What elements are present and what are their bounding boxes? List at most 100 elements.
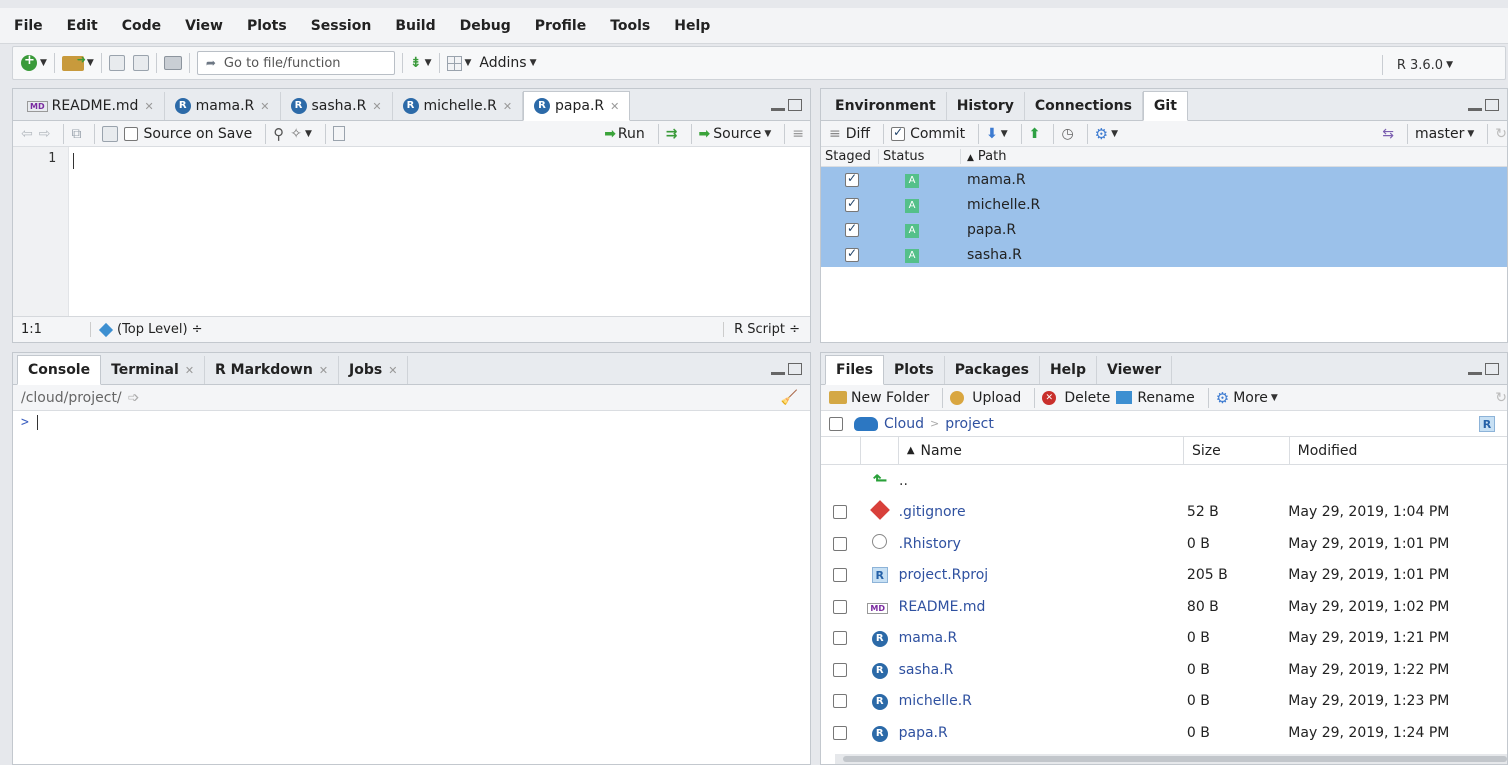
refresh-icon[interactable]: ↻ (1495, 390, 1507, 406)
git-file-row[interactable]: Amichelle.R (821, 192, 1507, 217)
layout-button[interactable]: ▼ (446, 55, 471, 71)
forward-icon[interactable]: ⇨ (39, 126, 51, 142)
rename-button[interactable]: Rename (1116, 390, 1195, 406)
git-file-row[interactable]: Apapa.R (821, 217, 1507, 242)
file-checkbox[interactable] (833, 694, 847, 709)
git-file-row[interactable]: Amama.R (821, 167, 1507, 192)
maximize-icon[interactable] (788, 363, 802, 375)
close-icon[interactable]: ✕ (503, 100, 512, 113)
commit-button[interactable]: Commit (891, 125, 965, 142)
tab-sasha[interactable]: Rsasha.R ✕ (281, 92, 393, 120)
rproj-icon[interactable]: R (1479, 415, 1495, 432)
file-row[interactable]: Rmichelle.R 0 B May 29, 2019, 1:23 PM (821, 686, 1507, 718)
r-version-button[interactable]: R 3.6.0 ▼ (1375, 55, 1453, 75)
horizontal-scrollbar[interactable] (835, 754, 1507, 764)
tab-connections[interactable]: Connections (1025, 92, 1143, 120)
col-path[interactable]: ▲ Path (961, 149, 1006, 164)
show-in-window-icon[interactable]: ⧉ (71, 126, 81, 142)
tab-viewer[interactable]: Viewer (1097, 356, 1173, 384)
file-checkbox[interactable] (833, 568, 847, 583)
staged-checkbox[interactable] (845, 171, 859, 187)
more-button[interactable]: ⚙ More ▼ (1216, 389, 1278, 407)
tab-files[interactable]: Files (825, 355, 884, 385)
go-to-file-input[interactable]: ➦ Go to file/function (196, 51, 395, 75)
code-editor[interactable] (69, 147, 810, 316)
pull-button[interactable]: ⬇ ▼ (986, 126, 1008, 142)
menu-view[interactable]: View (185, 18, 223, 34)
close-icon[interactable]: ✕ (144, 100, 153, 113)
col-staged[interactable]: Staged (821, 149, 879, 164)
tab-mama[interactable]: Rmama.R ✕ (165, 92, 281, 120)
file-row[interactable]: Rsasha.R 0 B May 29, 2019, 1:22 PM (821, 654, 1507, 686)
menu-session[interactable]: Session (311, 18, 372, 34)
tab-r-markdown[interactable]: R Markdown ✕ (205, 356, 340, 384)
col-name[interactable]: ▲ Name (899, 437, 1184, 464)
tab-environment[interactable]: Environment (825, 92, 947, 120)
scrollbar-thumb[interactable] (843, 756, 1507, 762)
file-name-link[interactable]: sasha.R (899, 662, 1183, 678)
file-row[interactable]: Rpapa.R 0 B May 29, 2019, 1:24 PM (821, 717, 1507, 749)
history-clock-icon[interactable]: ◷ (1061, 126, 1073, 142)
search-icon[interactable]: ⚲ (273, 125, 284, 143)
menu-build[interactable]: Build (395, 18, 435, 34)
minimize-icon[interactable] (771, 363, 785, 375)
file-name-link[interactable]: .gitignore (899, 504, 1183, 520)
gear-icon[interactable]: ⚙ ▼ (1095, 125, 1118, 143)
file-name-link[interactable]: papa.R (899, 725, 1183, 741)
file-name-link[interactable]: michelle.R (899, 693, 1183, 709)
minimize-icon[interactable] (771, 99, 785, 111)
source-on-save-checkbox[interactable] (124, 126, 139, 141)
col-modified[interactable]: Modified (1290, 437, 1507, 464)
minimize-icon[interactable] (1468, 99, 1482, 111)
file-checkbox[interactable] (833, 631, 847, 646)
go-to-directory-icon[interactable]: ➩ (128, 390, 140, 406)
new-file-button[interactable]: ▼ (21, 53, 47, 71)
file-name-link[interactable]: .Rhistory (899, 536, 1183, 552)
tab-readme[interactable]: MD README.md ✕ (17, 92, 165, 120)
outline-icon[interactable]: ≡ (792, 126, 804, 142)
close-icon[interactable]: ✕ (260, 100, 269, 113)
close-icon[interactable]: ✕ (388, 364, 397, 377)
compile-report-icon[interactable] (332, 126, 345, 141)
print-icon[interactable] (163, 56, 182, 70)
delete-button[interactable]: ✕ Delete (1042, 390, 1110, 406)
close-icon[interactable]: ✕ (610, 100, 619, 113)
maximize-icon[interactable] (788, 99, 802, 111)
clear-console-icon[interactable]: 🧹 (781, 390, 798, 406)
magic-wand-icon[interactable]: ✧ ▼ (290, 126, 312, 142)
rerun-icon[interactable]: ⇉ (666, 126, 678, 142)
file-name-link[interactable]: README.md (899, 599, 1183, 615)
select-all-checkbox[interactable] (829, 416, 843, 431)
build-button[interactable]: ⇟ ▼ (410, 55, 432, 71)
tab-plots[interactable]: Plots (884, 356, 945, 384)
col-status[interactable]: Status (879, 149, 961, 164)
open-project-button[interactable]: ➜ ▼ (61, 53, 94, 71)
addins-button[interactable]: Addins ▼ (479, 55, 536, 71)
scope-selector[interactable]: (Top Level) ÷ (98, 322, 203, 337)
file-row[interactable]: Rmama.R 0 B May 29, 2019, 1:21 PM (821, 623, 1507, 655)
console-input[interactable]: > (13, 411, 810, 764)
tab-git[interactable]: Git (1142, 91, 1188, 121)
file-checkbox[interactable] (833, 505, 847, 520)
file-type-selector[interactable]: R Script ÷ (723, 322, 810, 337)
file-row[interactable]: Rproject.Rproj 205 B May 29, 2019, 1:01 PM (821, 560, 1507, 592)
menu-tools[interactable]: Tools (610, 18, 650, 34)
close-icon[interactable]: ✕ (319, 364, 328, 377)
save-icon[interactable] (108, 55, 125, 71)
diff-button[interactable]: ≡ Diff (829, 126, 870, 142)
staged-checkbox[interactable] (845, 221, 859, 237)
save-all-icon[interactable] (132, 55, 149, 71)
new-folder-button[interactable]: New Folder (829, 390, 929, 406)
parent-directory-row[interactable]: ⬑ .. (821, 465, 1507, 497)
col-size[interactable]: Size (1184, 437, 1290, 464)
minimize-icon[interactable] (1468, 363, 1482, 375)
tab-jobs[interactable]: Jobs ✕ (339, 356, 409, 384)
run-button[interactable]: ➡ Run (604, 126, 645, 142)
breadcrumb-project[interactable]: project (945, 416, 994, 432)
breadcrumb-cloud[interactable]: Cloud (884, 416, 924, 432)
menu-plots[interactable]: Plots (247, 18, 287, 34)
branch-selector[interactable]: master ▼ (1415, 126, 1474, 142)
tab-michelle[interactable]: Rmichelle.R ✕ (393, 92, 524, 120)
menu-debug[interactable]: Debug (460, 18, 511, 34)
file-row[interactable]: .gitignore 52 B May 29, 2019, 1:04 PM (821, 497, 1507, 529)
